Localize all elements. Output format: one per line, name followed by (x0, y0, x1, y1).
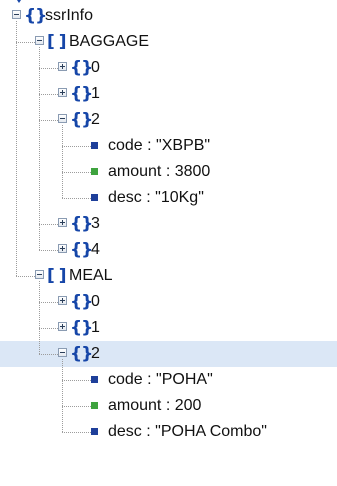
node-label: 2 (91, 345, 100, 362)
leaf-key: desc (108, 423, 142, 440)
string-value-icon (91, 194, 98, 201)
node-label: 0 (91, 59, 100, 76)
tree-connector-line (39, 250, 58, 251)
leaf-key: desc (108, 189, 142, 206)
tree-connector-line (39, 354, 58, 355)
node-label: 4 (91, 241, 100, 258)
tree-leaf-row[interactable]: desc : "10Kg" (0, 185, 337, 211)
tree-connector-line (62, 432, 91, 433)
expand-plus-icon[interactable] (58, 244, 67, 253)
key-value-separator: : (142, 137, 157, 154)
tree-connector-line (62, 406, 91, 407)
node-label: ssrInfo (45, 7, 94, 24)
collapse-minus-icon[interactable] (58, 348, 67, 357)
tree-connector-line (39, 47, 40, 250)
node-label: 2 (91, 111, 100, 128)
tree-connector-line (62, 172, 91, 173)
leaf-value: "XBPB" (156, 137, 211, 154)
node-label: 1 (91, 85, 100, 102)
tree-connector-line (16, 21, 17, 276)
key-value-separator: : (142, 371, 157, 388)
tree-connector-line (62, 359, 63, 432)
tree-connector-line (39, 224, 58, 225)
tree-connector-line (39, 94, 58, 95)
object-braces-icon: {} (70, 240, 93, 260)
tree-connector-line (39, 302, 58, 303)
node-label: 1 (91, 319, 100, 336)
node-label: 0 (91, 293, 100, 310)
key-value-separator: : (141, 423, 156, 440)
tree-node-row[interactable]: {} ssrInfo (0, 3, 337, 29)
object-braces-icon: {} (24, 6, 47, 26)
collapse-minus-icon[interactable] (58, 114, 67, 123)
key-value-separator: : (141, 189, 156, 206)
tree-leaf-row[interactable]: amount : 3800 (0, 159, 337, 185)
object-braces-icon: {} (70, 84, 93, 104)
key-value-separator: : (161, 163, 175, 180)
key-value-separator: : (161, 397, 175, 414)
json-tree-view: {} ssrInfo[ ] BAGGAGE{} 0{} 1{} 2 code : "XBPB… (0, 0, 337, 486)
tree-node-row[interactable]: [ ] BAGGAGE (0, 29, 337, 55)
object-braces-icon: {} (70, 214, 93, 234)
leaf-label: amount : 3800 (108, 159, 210, 185)
leaf-label: desc : "POHA Combo" (108, 419, 267, 445)
leaf-key: amount (108, 163, 162, 180)
leaf-label: amount : 200 (108, 393, 201, 419)
leaf-label: code : "XBPB" (108, 133, 210, 159)
object-braces-icon: {} (70, 58, 93, 78)
tree-connector-line (16, 276, 35, 277)
expand-plus-icon[interactable] (58, 62, 67, 71)
expand-plus-icon[interactable] (58, 218, 67, 227)
tree-connector-line (62, 146, 91, 147)
expand-plus-icon[interactable] (58, 88, 67, 97)
leaf-key: code (108, 137, 143, 154)
tree-leaf-row[interactable]: code : "POHA" (0, 367, 337, 393)
string-value-icon (91, 428, 98, 435)
collapse-minus-icon[interactable] (35, 36, 44, 45)
tree-connector-line (62, 198, 91, 199)
object-braces-icon: {} (70, 318, 93, 338)
leaf-label: code : "POHA" (108, 367, 213, 393)
object-braces-icon: {} (70, 110, 93, 130)
string-value-icon (91, 142, 98, 149)
string-value-icon (91, 376, 98, 383)
collapse-minus-icon[interactable] (12, 10, 21, 19)
tree-leaf-row[interactable]: desc : "POHA Combo" (0, 419, 337, 445)
tree-connector-line (39, 68, 58, 69)
tree-connector-line (62, 125, 63, 198)
leaf-value: "POHA Combo" (155, 423, 267, 440)
tree-connector-line (62, 380, 91, 381)
tree-leaf-row[interactable]: code : "XBPB" (0, 133, 337, 159)
leaf-value: "POHA" (156, 371, 213, 388)
collapse-minus-icon[interactable] (35, 270, 44, 279)
object-braces-icon: {} (70, 344, 93, 364)
tree-node-row[interactable]: [ ] MEAL (0, 263, 337, 289)
number-value-icon (91, 168, 98, 175)
leaf-value: 200 (174, 397, 202, 414)
array-brackets-icon: [ ] (47, 266, 66, 286)
tree-connector-line (39, 120, 58, 121)
expand-plus-icon[interactable] (58, 322, 67, 331)
array-brackets-icon: [ ] (47, 32, 66, 52)
number-value-icon (91, 402, 98, 409)
leaf-value: 3800 (174, 163, 211, 180)
expand-plus-icon[interactable] (58, 296, 67, 305)
tree-connector-line (39, 328, 58, 329)
tree-connector-line (39, 281, 40, 354)
node-label: MEAL (69, 267, 113, 284)
tree-connector-line (16, 42, 35, 43)
node-label: 3 (91, 215, 100, 232)
node-label: BAGGAGE (69, 33, 150, 50)
leaf-key: amount (108, 397, 162, 414)
object-braces-icon: {} (70, 292, 93, 312)
leaf-value: "10Kg" (155, 189, 204, 206)
leaf-key: code (108, 371, 143, 388)
leaf-label: desc : "10Kg" (108, 185, 204, 211)
tree-leaf-row[interactable]: amount : 200 (0, 393, 337, 419)
